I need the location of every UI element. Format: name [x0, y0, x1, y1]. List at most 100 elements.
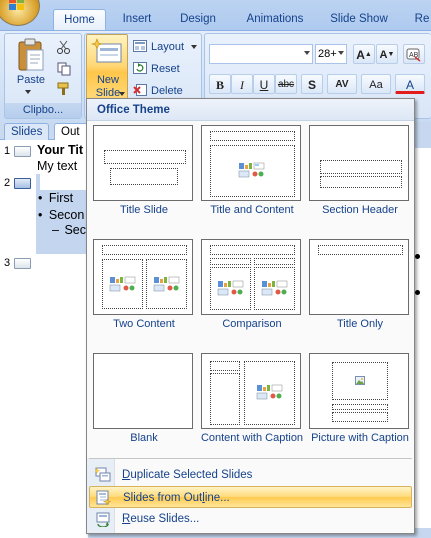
- strikethrough-button[interactable]: abc: [275, 74, 297, 94]
- slide-bullet-1: [415, 254, 420, 259]
- outline-bullet[interactable]: • First: [38, 191, 73, 205]
- slides-from-outline-icon: [96, 490, 112, 506]
- cut-icon[interactable]: [57, 40, 71, 54]
- reset-label: Reset: [151, 63, 180, 75]
- layout-label: Picture with Caption: [311, 432, 409, 444]
- slide-bullet-2: [415, 290, 420, 295]
- layout-thumbnail: [93, 353, 193, 429]
- content-insert-icon: [109, 276, 136, 292]
- layout-thumbnail: [93, 239, 193, 315]
- content-placeholder: [210, 145, 295, 197]
- reuse-slides-icon: [96, 512, 110, 527]
- slides-from-outline-item[interactable]: Slides from Outline...: [89, 486, 412, 508]
- outline-bullet[interactable]: • Secon: [38, 208, 84, 222]
- slide-number: 1: [4, 145, 11, 157]
- change-case-button[interactable]: Aa: [361, 74, 391, 94]
- italic-button[interactable]: I: [231, 74, 253, 94]
- layout-dropdown-arrow-icon: [191, 45, 198, 50]
- title-placeholder: [104, 150, 186, 164]
- layout-thumbnail: [309, 239, 409, 315]
- paste-icon[interactable]: [17, 38, 45, 72]
- gallery-header: Office Theme: [87, 99, 414, 121]
- layout-label: Content with Caption: [200, 432, 304, 444]
- bold-button[interactable]: B: [209, 74, 231, 94]
- format-painter-icon[interactable]: [57, 82, 71, 96]
- tab-home[interactable]: Home: [53, 9, 106, 30]
- pane-tabs: Slides Out: [0, 122, 88, 140]
- layout-thumbnail: [201, 125, 301, 201]
- tab-outline[interactable]: Out: [54, 123, 88, 140]
- slide-1-icon[interactable]: [14, 146, 31, 157]
- content-insert-icon: [256, 384, 283, 400]
- tab-insert[interactable]: Insert: [112, 9, 162, 30]
- heading-placeholder-left: [210, 258, 251, 265]
- new-slide-dropdown-arrow-icon[interactable]: [119, 92, 125, 96]
- layout-label: Section Header: [322, 204, 398, 216]
- layout-label: Title and Content: [210, 204, 294, 216]
- paste-button[interactable]: Paste: [11, 74, 51, 86]
- font-name-combo[interactable]: [209, 44, 313, 64]
- layout-label: Title Only: [336, 318, 384, 330]
- underline-button[interactable]: U: [253, 74, 275, 94]
- delete-label: Delete: [151, 85, 183, 97]
- grow-font-button[interactable]: A▲: [353, 44, 375, 64]
- content-insert-icon: [217, 280, 244, 296]
- duplicate-slides-icon: [95, 467, 111, 482]
- font-color-button[interactable]: A: [395, 74, 425, 94]
- content-placeholder-left: [210, 267, 251, 310]
- layout-label: Comparison: [222, 318, 282, 330]
- menu-item-label: Reuse Slides...: [122, 513, 199, 525]
- title-placeholder: [210, 361, 240, 371]
- title-placeholder: [332, 404, 388, 410]
- reuse-slides-item[interactable]: Reuse Slides...: [89, 508, 412, 530]
- content-insert-icon: [238, 162, 265, 178]
- content-placeholder-right: [146, 259, 187, 309]
- font-name-dropdown-arrow-icon[interactable]: [304, 51, 310, 55]
- layout-button[interactable]: Layout: [131, 38, 198, 56]
- new-slide-dropdown: Office Theme Title Slide Title and Conte…: [86, 98, 415, 534]
- caption-placeholder: [332, 412, 388, 422]
- text-placeholder: [320, 176, 402, 188]
- clear-formatting-button[interactable]: AB: [403, 44, 425, 64]
- font-size-dropdown-arrow-icon[interactable]: [338, 51, 344, 55]
- tab-animations[interactable]: Animations: [240, 9, 310, 30]
- outline-slide-title[interactable]: Your Tit: [37, 143, 83, 157]
- outline-text[interactable]: My text: [37, 159, 77, 173]
- subtitle-placeholder: [110, 168, 178, 185]
- ribbon-tab-bar: Home Insert Design Animations Slide Show…: [0, 0, 431, 30]
- tab-slides[interactable]: Slides: [4, 123, 50, 140]
- outline-pane[interactable]: Slides Out 1 Your Tit My text 2 • First …: [0, 122, 93, 538]
- office-logo-icon: [9, 0, 24, 10]
- font-size-combo[interactable]: 28+: [315, 44, 347, 64]
- new-slide-icon: [91, 38, 122, 63]
- content-insert-icon: [261, 280, 288, 296]
- duplicate-selected-slides-item[interactable]: Duplicate Selected Slides: [89, 464, 412, 486]
- content-insert-icon: [153, 276, 180, 292]
- layout-thumbnail: [309, 125, 409, 201]
- paste-dropdown-arrow-icon[interactable]: [25, 90, 31, 94]
- title-placeholder: [210, 131, 295, 141]
- tab-review[interactable]: Re: [412, 9, 431, 30]
- reset-button[interactable]: Reset: [131, 60, 180, 78]
- slide-2-icon[interactable]: [14, 178, 31, 189]
- content-placeholder-right: [254, 267, 295, 310]
- delete-icon: [133, 84, 147, 96]
- tab-design[interactable]: Design: [170, 9, 226, 30]
- picture-icon: [355, 376, 365, 385]
- layout-label: Two Content: [113, 318, 175, 330]
- layout-label: Blank: [130, 432, 158, 444]
- copy-icon[interactable]: [57, 62, 71, 76]
- layout-thumbnail: [201, 353, 301, 429]
- shrink-font-button[interactable]: A▼: [376, 44, 398, 64]
- picture-placeholder: [332, 362, 388, 400]
- menu-item-label: Duplicate Selected Slides: [122, 469, 252, 481]
- reset-icon: [133, 62, 147, 74]
- title-placeholder: [320, 160, 402, 174]
- text-shadow-button[interactable]: S: [301, 74, 323, 94]
- slide-3-icon[interactable]: [14, 258, 31, 269]
- office-button[interactable]: [0, 0, 40, 26]
- tab-slide-show[interactable]: Slide Show: [324, 9, 394, 30]
- font-size-value: 28+: [318, 48, 337, 60]
- new-slide-label: New Slide: [87, 74, 129, 100]
- character-spacing-button[interactable]: AV: [327, 74, 357, 94]
